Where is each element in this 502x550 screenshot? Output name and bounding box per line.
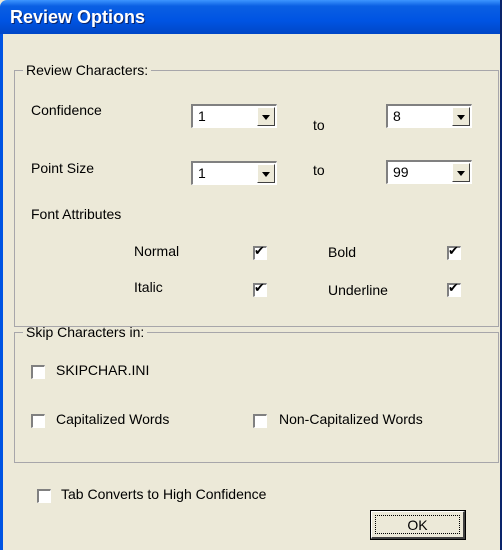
capitalized-words-label[interactable]: Capitalized Words bbox=[56, 411, 169, 427]
ok-button[interactable]: OK bbox=[370, 510, 466, 540]
chevron-down-icon[interactable] bbox=[257, 107, 275, 126]
capitalized-words-checkbox[interactable] bbox=[31, 414, 45, 428]
review-options-dialog: Review Options Review Characters: Confid… bbox=[0, 0, 502, 550]
point-size-label: Point Size bbox=[31, 160, 95, 176]
bold-checkbox[interactable]: ✔ bbox=[447, 244, 461, 260]
non-capitalized-words-checkbox[interactable] bbox=[253, 414, 267, 428]
point-size-from-dropdown[interactable]: 1 bbox=[191, 161, 277, 185]
confidence-to-label: to bbox=[313, 117, 325, 133]
tab-converts-checkbox[interactable] bbox=[37, 489, 51, 503]
confidence-from-dropdown[interactable]: 1 bbox=[191, 104, 277, 128]
checkmark-icon: ✔ bbox=[254, 281, 265, 296]
checkmark-icon: ✔ bbox=[254, 244, 265, 259]
non-capitalized-words-label[interactable]: Non-Capitalized Words bbox=[279, 411, 423, 427]
bold-label: Bold bbox=[328, 244, 357, 260]
point-size-to-label: to bbox=[313, 162, 325, 178]
underline-checkbox[interactable]: ✔ bbox=[447, 281, 461, 297]
normal-checkbox[interactable]: ✔ bbox=[253, 244, 267, 260]
tab-converts-label[interactable]: Tab Converts to High Confidence bbox=[61, 486, 266, 502]
point-size-to-value: 99 bbox=[393, 164, 409, 180]
ok-button-label: OK bbox=[375, 515, 460, 534]
skipchar-ini-checkbox[interactable] bbox=[31, 365, 45, 379]
checkmark-icon: ✔ bbox=[448, 281, 459, 296]
normal-label: Normal bbox=[134, 243, 180, 259]
point-size-to-dropdown[interactable]: 99 bbox=[386, 160, 472, 184]
review-characters-legend: Review Characters: bbox=[26, 62, 149, 78]
window-title: Review Options bbox=[10, 7, 146, 27]
skipchar-ini-label[interactable]: SKIPCHAR.INI bbox=[56, 362, 149, 378]
skip-characters-legend: Skip Characters in: bbox=[26, 324, 145, 340]
confidence-to-value: 8 bbox=[393, 108, 401, 124]
confidence-label: Confidence bbox=[31, 102, 102, 118]
chevron-down-icon[interactable] bbox=[257, 164, 275, 183]
chevron-down-icon[interactable] bbox=[452, 107, 470, 126]
italic-label: Italic bbox=[134, 279, 163, 295]
point-size-from-value: 1 bbox=[198, 165, 206, 181]
italic-checkbox[interactable]: ✔ bbox=[253, 281, 267, 297]
title-bar[interactable]: Review Options bbox=[0, 0, 500, 34]
dialog-body: Review Characters: Confidence 1 to 8 Poi… bbox=[0, 34, 500, 550]
confidence-to-dropdown[interactable]: 8 bbox=[386, 104, 472, 128]
skip-characters-group: Skip Characters in: bbox=[14, 324, 499, 463]
underline-label: Underline bbox=[328, 282, 388, 298]
checkmark-icon: ✔ bbox=[448, 244, 459, 259]
confidence-from-value: 1 bbox=[198, 108, 206, 124]
chevron-down-icon[interactable] bbox=[452, 163, 470, 182]
font-attributes-label: Font Attributes bbox=[31, 206, 122, 222]
